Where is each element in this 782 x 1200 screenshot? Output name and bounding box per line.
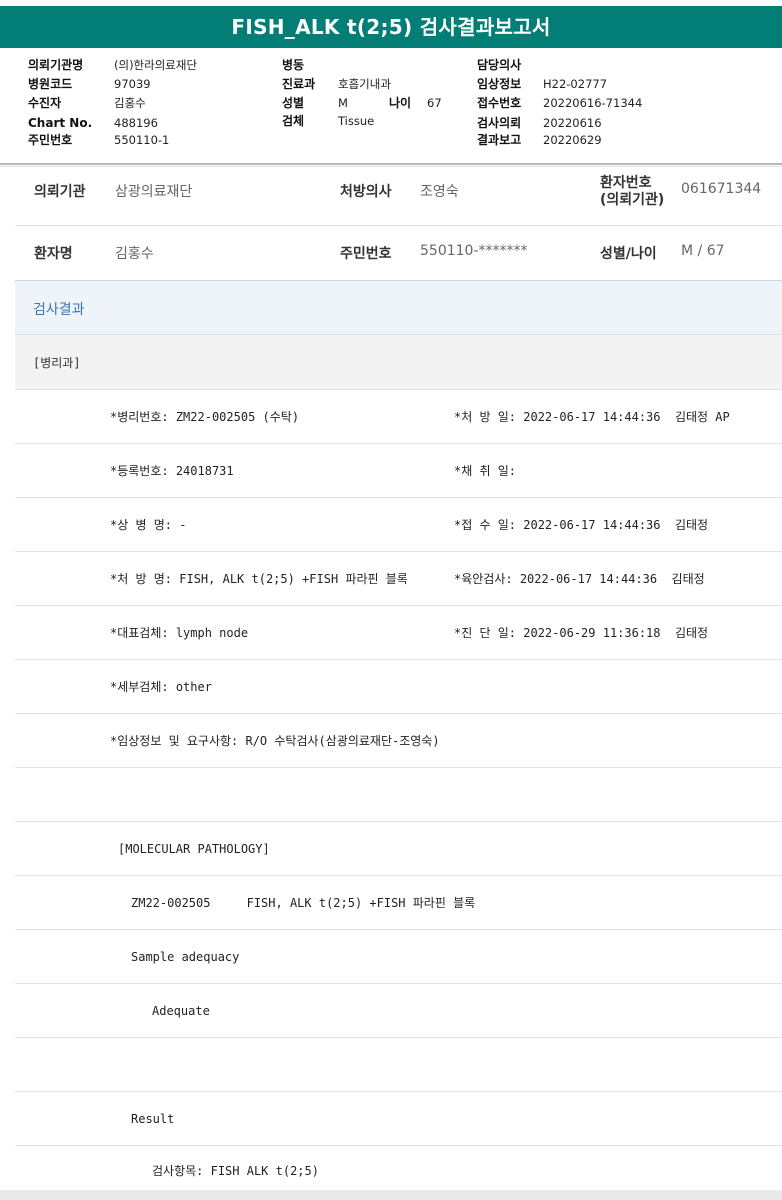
hospital-code-label: 병원코드: [28, 77, 73, 91]
list-item: *임상정보 및 요구사항: R/O 수탁검사(삼광의료재단-조영숙): [15, 714, 782, 768]
clinical-info-value: H22-02777: [543, 77, 608, 91]
sex-value: M: [338, 96, 348, 110]
age-value: 67: [427, 96, 442, 110]
detailed-specimen: *세부검체: other: [110, 680, 212, 694]
test-request-value: 20220616: [543, 116, 602, 130]
molecular-case-line: ZM22-002505 FISH, ALK t(2;5) +FISH 파라핀 블…: [131, 896, 476, 910]
patient-name-value: 김홍수: [115, 246, 154, 262]
patient-name-label: 환자명: [34, 246, 73, 262]
list-item: *세부검체: other: [15, 660, 782, 714]
clinical-request: *임상정보 및 요구사항: R/O 수탁검사(삼광의료재단-조영숙): [110, 734, 440, 748]
report-header-info: 의뢰기관명 (의)한라의료재단 병원코드 97039 수진자 김홍수 Chart…: [0, 48, 782, 165]
specimen-value: Tissue: [338, 114, 375, 128]
hospital-code-value: 97039: [114, 77, 151, 91]
rrn-label: 주민번호: [28, 133, 73, 147]
result-heading: Result: [131, 1112, 175, 1126]
prescription-date: *처 방 일: 2022-06-17 14:44:36 김태정 AP: [454, 410, 730, 424]
test-item: 검사항목: FISH ALK t(2;5): [152, 1164, 319, 1178]
patient-no-value: 061671344: [681, 181, 762, 197]
page-bottom-edge: [0, 1190, 782, 1200]
attending-doctor-label: 담당의사: [477, 58, 522, 72]
list-item: [MOLECULAR PATHOLOGY]: [15, 822, 782, 876]
list-item: *상 병 명: - *접 수 일: 2022-06-17 14:44:36 김태…: [15, 498, 782, 552]
result-section-header: 검사결과: [15, 280, 782, 335]
result-report-value: 20220629: [543, 133, 602, 147]
department-section-header: [병리과]: [15, 335, 782, 390]
chart-no-label: Chart No.: [28, 116, 93, 130]
list-item: [15, 768, 782, 822]
patient-rrn-label: 주민번호: [340, 246, 392, 262]
prescribing-doctor-label: 처방의사: [340, 184, 392, 200]
list-item: *등록번호: 24018731 *채 취 일:: [15, 444, 782, 498]
patient-no-sublabel: (의뢰기관): [600, 192, 665, 208]
chart-no-value: 488196: [114, 116, 158, 130]
list-item: 검사항목: FISH ALK t(2;5): [15, 1146, 782, 1191]
representative-specimen: *대표검체: lymph node: [110, 626, 249, 640]
registration-number: *등록번호: 24018731: [110, 464, 234, 478]
sex-age-value: M / 67: [681, 243, 725, 259]
rrn-value: 550110-1: [114, 133, 170, 147]
institution-value: 삼광의료재단: [115, 184, 193, 200]
list-item: Sample adequacy: [15, 930, 782, 984]
specimen-label: 검체: [282, 114, 305, 128]
department-label: 진료과: [282, 77, 316, 91]
examinee-value: 김홍수: [114, 96, 146, 110]
department-section-title: [병리과]: [33, 356, 81, 370]
institution-label: 의뢰기관: [34, 184, 86, 200]
prescribing-doctor-value: 조영숙: [420, 184, 459, 200]
collection-date: *채 취 일:: [454, 464, 517, 478]
receipt-date: *접 수 일: 2022-06-17 14:44:36 김태정: [454, 518, 709, 532]
institution-name-label: 의뢰기관명: [28, 58, 84, 72]
receipt-no-value: 20220616-71344: [543, 96, 643, 110]
diagnosis-name: *상 병 명: -: [110, 518, 187, 532]
age-label: 나이: [389, 96, 412, 110]
molecular-pathology-heading: [MOLECULAR PATHOLOGY]: [118, 842, 270, 856]
report-title: FISH_ALK t(2;5) 검사결과보고서: [0, 6, 782, 48]
receipt-no-label: 접수번호: [477, 96, 522, 110]
result-section-title: 검사결과: [33, 302, 85, 318]
gross-exam-date: *육안검사: 2022-06-17 14:44:36 김태정: [454, 572, 705, 586]
list-item: Result: [15, 1092, 782, 1146]
list-item: [15, 1038, 782, 1092]
prescription-name: *처 방 명: FISH, ALK t(2;5) +FISH 파라핀 블록: [110, 572, 408, 586]
list-item: *대표검체: lymph node *진 단 일: 2022-06-29 11:…: [15, 606, 782, 660]
institution-name-value: (의)한라의료재단: [114, 58, 198, 72]
sex-label: 성별: [282, 96, 305, 110]
patient-rrn-value: 550110-*******: [420, 243, 528, 259]
department-value: 호흡기내과: [338, 77, 391, 91]
sample-adequacy-heading: Sample adequacy: [131, 950, 240, 964]
divider: [15, 225, 782, 226]
sample-adequacy-value: Adequate: [152, 1004, 210, 1018]
ward-label: 병동: [282, 58, 305, 72]
result-card: 의뢰기관 삼광의료재단 처방의사 조영숙 환자번호 (의뢰기관) 0616713…: [0, 166, 782, 1190]
examinee-label: 수진자: [28, 96, 62, 110]
result-report-label: 결과보고: [477, 133, 522, 147]
sex-age-label: 성별/나이: [600, 246, 657, 262]
list-item: *병리번호: ZM22-002505 (수탁) *처 방 일: 2022-06-…: [15, 390, 782, 444]
clinical-info-label: 임상정보: [477, 77, 522, 91]
pathology-number: *병리번호: ZM22-002505 (수탁): [110, 410, 300, 424]
list-item: ZM22-002505 FISH, ALK t(2;5) +FISH 파라핀 블…: [15, 876, 782, 930]
list-item: *처 방 명: FISH, ALK t(2;5) +FISH 파라핀 블록 *육…: [15, 552, 782, 606]
test-request-label: 검사의뢰: [477, 116, 522, 130]
list-item: Adequate: [15, 984, 782, 1038]
diagnosis-date: *진 단 일: 2022-06-29 11:36:18 김태정: [454, 626, 709, 640]
